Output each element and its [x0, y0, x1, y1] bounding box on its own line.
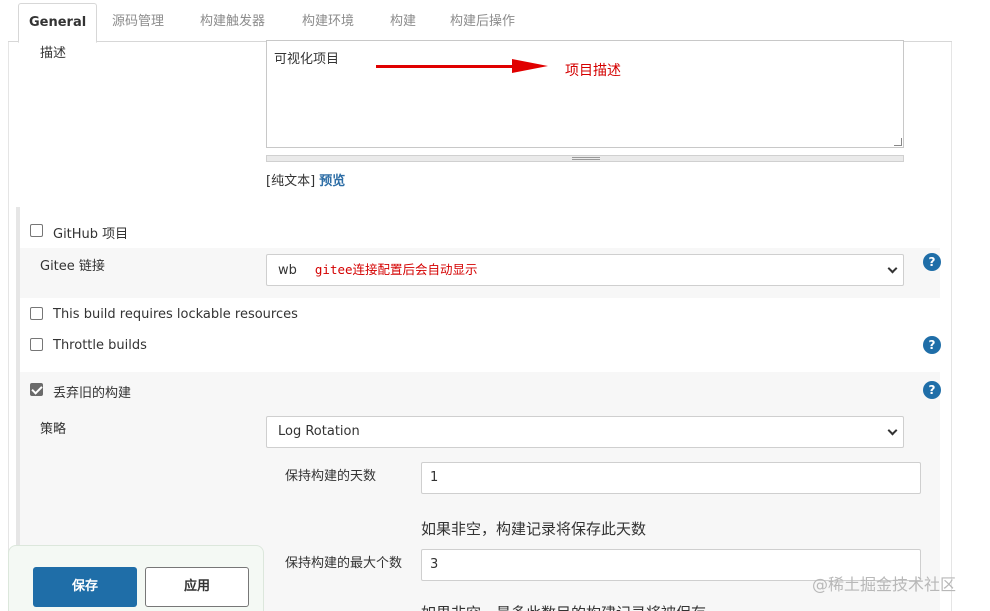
chevron-down-icon — [887, 263, 898, 274]
tab-build[interactable]: 构建 — [390, 3, 416, 43]
gitee-selected: wb — [278, 263, 297, 278]
save-button[interactable]: 保存 — [33, 567, 137, 607]
throttle-checkbox[interactable] — [30, 338, 43, 351]
lockable-checkbox[interactable] — [30, 307, 43, 320]
strategy-selected: Log Rotation — [278, 424, 360, 439]
discard-checkbox[interactable] — [30, 383, 43, 396]
plain-text-label: [纯文本] — [266, 174, 316, 189]
discard-label: 丢弃旧的构建 — [53, 386, 132, 401]
annotation-arrow — [376, 65, 516, 68]
days-label: 保持构建的天数 — [285, 469, 377, 484]
lockable-label: This build requires lockable resources — [53, 307, 298, 322]
annotation-text: 项目描述 — [565, 63, 621, 79]
preview-line: [纯文本] 预览 — [266, 170, 345, 189]
tab-source-control[interactable]: 源码管理 — [112, 3, 164, 43]
gitee-label: Gitee 链接 — [40, 259, 105, 274]
throttle-label: Throttle builds — [53, 338, 147, 353]
tab-bar: General 源码管理 构建触发器 构建环境 构建 构建后操作 — [8, 0, 952, 43]
gitee-select[interactable]: wb gitee连接配置后会自动显示 — [266, 254, 904, 286]
arrow-head-icon — [512, 59, 548, 73]
resize-grip-icon[interactable] — [894, 138, 902, 146]
github-project-label: GitHub 项目 — [53, 227, 129, 242]
description-value: 可视化项目 — [274, 52, 340, 67]
days-hint: 如果非空，构建记录将保存此天数 — [421, 520, 647, 538]
strategy-select[interactable]: Log Rotation — [266, 416, 904, 448]
apply-button[interactable]: 应用 — [145, 567, 249, 607]
watermark: @稀土掘金技术社区 — [812, 575, 957, 594]
tab-build-environment[interactable]: 构建环境 — [302, 3, 354, 43]
gitee-note: gitee连接配置后会自动显示 — [314, 262, 478, 277]
help-icon[interactable]: ? — [923, 253, 941, 271]
tab-post-build[interactable]: 构建后操作 — [450, 3, 515, 43]
strategy-label: 策略 — [40, 422, 67, 437]
help-icon[interactable]: ? — [923, 381, 941, 399]
chevron-down-icon — [887, 425, 898, 436]
tab-build-triggers[interactable]: 构建触发器 — [200, 3, 265, 43]
textarea-resize-bar[interactable] — [266, 155, 904, 162]
tab-general[interactable]: General — [18, 3, 98, 43]
days-input[interactable]: 1 — [421, 462, 921, 494]
grip-icon — [572, 157, 600, 160]
preview-link[interactable]: 预览 — [319, 174, 345, 189]
help-icon[interactable]: ? — [923, 336, 941, 354]
max-label: 保持构建的最大个数 — [285, 556, 403, 571]
description-textarea[interactable]: 可视化项目 — [266, 40, 904, 148]
max-hint: 如果非空，最多此数目的构建记录将被保存 — [421, 602, 706, 611]
description-label: 描述 — [40, 46, 67, 61]
github-project-checkbox[interactable] — [30, 224, 43, 237]
